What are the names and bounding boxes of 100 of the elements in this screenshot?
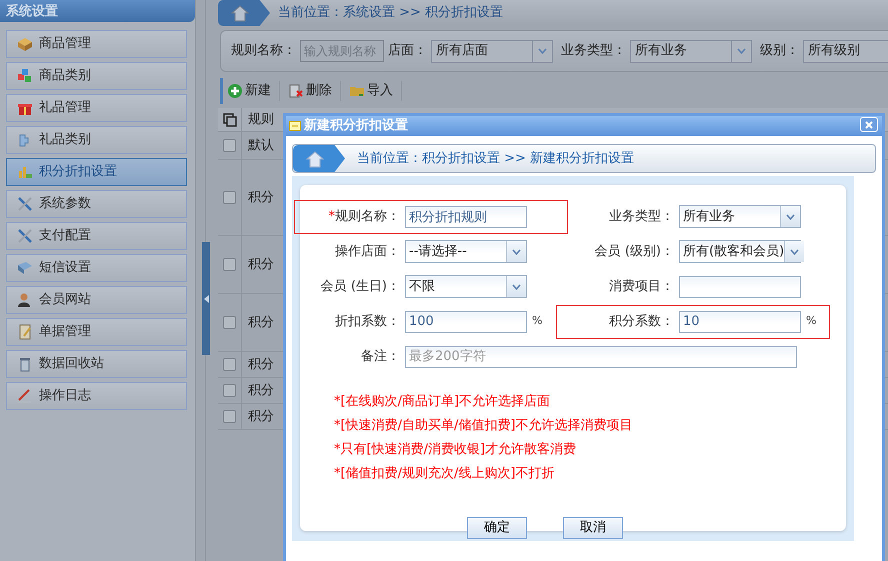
dropdown[interactable]: 所有业务 bbox=[630, 40, 752, 62]
sidebar-item[interactable]: 数据回收站 bbox=[6, 350, 187, 378]
arrow-left-icon bbox=[204, 294, 208, 302]
collapse-handle[interactable] bbox=[202, 242, 210, 355]
sidebar-item[interactable]: 会员网站 bbox=[6, 286, 187, 314]
table-cell-text: 积分 bbox=[247, 256, 274, 274]
window-icon bbox=[289, 121, 301, 131]
sidebar-item[interactable]: 系统参数 bbox=[6, 190, 187, 218]
note-text: *只有[快速消费/消费收银]才允许散客消费 bbox=[334, 441, 578, 459]
table-cell-text: 积分 bbox=[247, 382, 274, 400]
chevron-down-icon bbox=[512, 248, 521, 254]
select-all-icon bbox=[222, 112, 236, 126]
checkbox[interactable] bbox=[223, 358, 236, 371]
sidebar-item[interactable]: 商品类别 bbox=[6, 62, 187, 90]
field-label: 备注： bbox=[360, 348, 400, 366]
field-label: 操作店面： bbox=[334, 242, 400, 261]
person-icon bbox=[17, 292, 33, 308]
input-field[interactable] bbox=[679, 276, 801, 298]
toolbar-button[interactable]: 导入 bbox=[349, 81, 402, 101]
sidebar-item[interactable]: 商品管理 bbox=[6, 30, 187, 58]
input-field[interactable]: 10 bbox=[679, 310, 801, 332]
home-icon bbox=[305, 150, 325, 168]
chevron-down-icon bbox=[737, 48, 746, 54]
field-label: 折扣系数： bbox=[334, 312, 400, 331]
checkbox[interactable] bbox=[223, 384, 236, 397]
field-label: 消费项目： bbox=[608, 278, 674, 296]
dropdown[interactable]: 所有(散客和会员) bbox=[679, 240, 801, 263]
dropdown[interactable]: 所有业务 bbox=[679, 205, 801, 228]
chevron-down-icon bbox=[512, 284, 521, 290]
cubes-icon bbox=[17, 68, 33, 84]
field-label: 会员 (级别)： bbox=[594, 242, 674, 261]
sidebar-item[interactable]: 操作日志 bbox=[6, 382, 187, 410]
bar-chart-icon bbox=[17, 164, 33, 180]
input-field[interactable]: 积分折扣规则 bbox=[405, 206, 527, 228]
dropdown[interactable]: 所有店面 bbox=[431, 40, 553, 62]
table-cell-text: 积分 bbox=[247, 314, 274, 332]
sidebar-item-label: 短信设置 bbox=[39, 259, 91, 278]
message-icon bbox=[17, 260, 33, 276]
tools-icon bbox=[17, 196, 33, 212]
filter-label: 店面： bbox=[388, 42, 427, 60]
chevron-down-icon bbox=[786, 214, 795, 220]
note-text: *[快速消费/自助买单/储值扣费]不允许选择消费项目 bbox=[334, 417, 634, 435]
home-button[interactable] bbox=[293, 145, 345, 172]
field-label: 会员 (生日)： bbox=[320, 278, 400, 296]
unit-label: % bbox=[806, 313, 818, 330]
sidebar-item-label: 数据回收站 bbox=[39, 355, 104, 374]
sidebar-item[interactable]: 积分折扣设置 bbox=[6, 158, 187, 186]
field-label: *规则名称： bbox=[328, 208, 400, 226]
toolbar-button[interactable]: 删除 bbox=[288, 81, 341, 101]
sidebar-item[interactable]: 单据管理 bbox=[6, 318, 187, 346]
home-button[interactable] bbox=[218, 0, 270, 26]
dropdown[interactable]: 不限 bbox=[405, 275, 527, 298]
sidebar-item-label: 会员网站 bbox=[39, 291, 91, 310]
close-button[interactable] bbox=[860, 117, 878, 132]
sidebar-item[interactable]: 礼品类别 bbox=[6, 126, 187, 154]
breadcrumb-text: 当前位置：积分折扣设置 >> 新建积分折扣设置 bbox=[357, 150, 634, 168]
filter-label: 业务类型： bbox=[561, 42, 626, 60]
input-field[interactable]: 最多200字符 bbox=[405, 346, 797, 368]
checkbox[interactable] bbox=[223, 316, 236, 329]
tools-icon bbox=[17, 228, 33, 244]
document-delete-icon bbox=[288, 83, 304, 99]
note-text: *[在线购次/商品订单]不允许选择店面 bbox=[334, 393, 552, 411]
sidebar-item-label: 系统参数 bbox=[39, 195, 91, 214]
dialog-button[interactable]: 确定 bbox=[467, 517, 527, 539]
table-cell-text: 默认 bbox=[247, 136, 274, 155]
recycle-bin-icon bbox=[17, 356, 33, 372]
filter-label: 规则名称： bbox=[231, 42, 296, 60]
sidebar-item-label: 积分折扣设置 bbox=[39, 163, 117, 182]
chevron-down-icon bbox=[538, 48, 547, 54]
table-cell-text: 积分 bbox=[247, 356, 274, 374]
checkbox[interactable] bbox=[223, 258, 236, 271]
dropdown[interactable]: --请选择-- bbox=[405, 240, 527, 263]
dialog-title: 新建积分折扣设置 bbox=[304, 116, 408, 136]
checkbox[interactable] bbox=[223, 191, 236, 204]
sidebar-item-label: 商品类别 bbox=[39, 67, 91, 86]
unit-label: % bbox=[532, 313, 544, 330]
sidebar-item-label: 单据管理 bbox=[39, 323, 91, 342]
dialog-button[interactable]: 取消 bbox=[563, 517, 623, 539]
sidebar-item-label: 操作日志 bbox=[39, 387, 91, 406]
column-header: 规则 bbox=[247, 110, 274, 129]
plus-icon bbox=[227, 83, 243, 99]
close-icon bbox=[865, 120, 873, 128]
input-field[interactable]: 100 bbox=[405, 310, 527, 332]
checkbox[interactable] bbox=[223, 139, 236, 152]
sidebar-item-label: 商品管理 bbox=[39, 35, 91, 54]
sidebar-title: 系统设置 bbox=[0, 0, 195, 22]
box-icon bbox=[17, 36, 33, 52]
dropdown[interactable]: 所有级别 bbox=[803, 40, 888, 62]
field-label: 积分系数： bbox=[608, 312, 674, 331]
sidebar-item[interactable]: 支付配置 bbox=[6, 222, 187, 250]
filter-label: 级别： bbox=[760, 42, 799, 60]
notepad-icon bbox=[17, 324, 33, 340]
sidebar-item[interactable]: 短信设置 bbox=[6, 254, 187, 282]
table-cell-text: 积分 bbox=[247, 408, 274, 426]
checkbox[interactable] bbox=[223, 410, 236, 423]
sidebar-item[interactable]: 礼品管理 bbox=[6, 94, 187, 122]
note-text: *[储值扣费/规则充次/线上购次]不打折 bbox=[334, 465, 556, 483]
sidebar-item-label: 支付配置 bbox=[39, 227, 91, 246]
sidebar-item-label: 礼品管理 bbox=[39, 99, 91, 118]
toolbar-button[interactable]: 新建 bbox=[227, 81, 280, 101]
